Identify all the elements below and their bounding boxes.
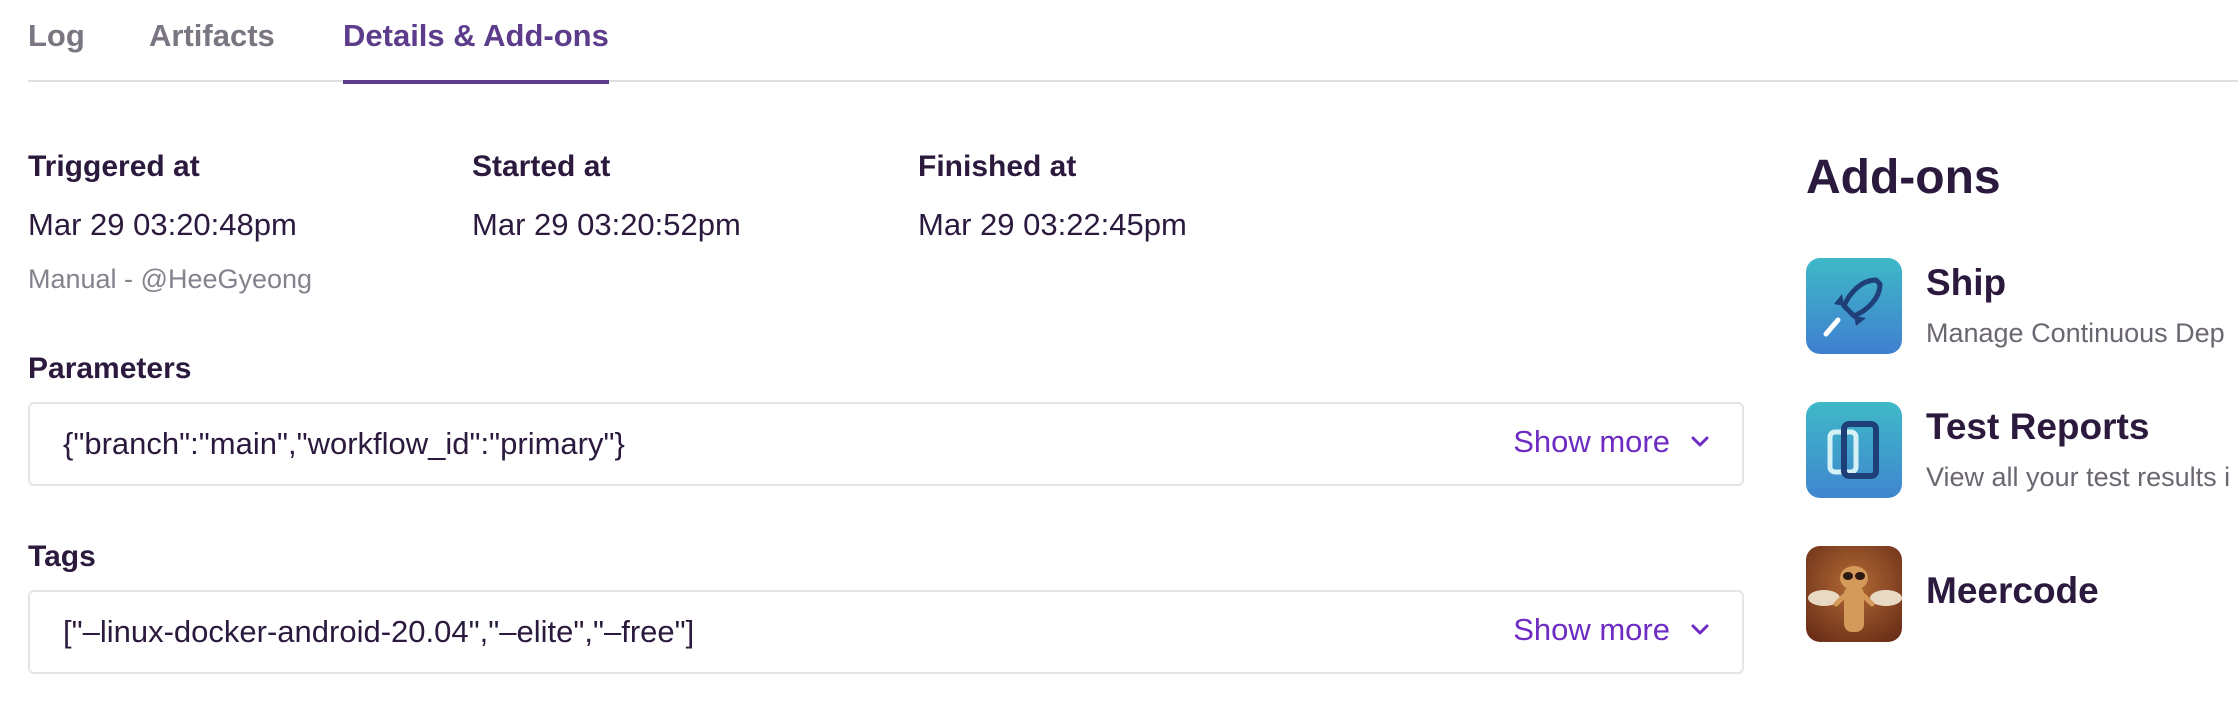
triggered-at-label: Triggered at xyxy=(28,150,200,183)
show-more-label: Show more xyxy=(1513,612,1670,647)
parameters-box: {"branch":"main","workflow_id":"primary"… xyxy=(28,402,1744,486)
addon-ship-name[interactable]: Ship xyxy=(1926,262,2006,304)
started-at-label: Started at xyxy=(472,150,611,183)
tab-bar: Log Artifacts Details & Add-ons xyxy=(28,0,2238,84)
tags-show-more-button[interactable]: Show more xyxy=(1513,612,1712,648)
tags-label: Tags xyxy=(28,540,96,573)
rocket-icon[interactable] xyxy=(1806,258,1902,354)
parameters-show-more-button[interactable]: Show more xyxy=(1513,424,1712,460)
finished-at-label: Finished at xyxy=(918,150,1077,183)
tab-log[interactable]: Log xyxy=(28,18,85,82)
addons-title: Add-ons xyxy=(1806,151,2001,204)
test-reports-icon[interactable] xyxy=(1806,402,1902,498)
triggered-at-value: Mar 29 03:20:48pm xyxy=(28,207,297,242)
started-at-value: Mar 29 03:20:52pm xyxy=(472,207,741,242)
chevron-down-icon xyxy=(1691,436,1709,447)
show-more-label: Show more xyxy=(1513,424,1670,459)
parameters-value: {"branch":"main","workflow_id":"primary"… xyxy=(63,426,625,461)
addon-meercode-name[interactable]: Meercode xyxy=(1926,570,2099,612)
triggered-by: Manual - @HeeGyeong xyxy=(28,264,313,294)
finished-at-value: Mar 29 03:22:45pm xyxy=(918,207,1187,242)
meerkat-icon[interactable] xyxy=(1806,546,1902,642)
addon-ship-description: Manage Continuous Dep xyxy=(1926,318,2225,348)
tags-box: ["–linux-docker-android-20.04","–elite",… xyxy=(28,590,1744,674)
tab-artifacts[interactable]: Artifacts xyxy=(149,18,275,82)
addon-test-reports-name[interactable]: Test Reports xyxy=(1926,406,2149,448)
chevron-down-icon xyxy=(1691,624,1709,635)
parameters-label: Parameters xyxy=(28,352,192,385)
tab-details-addons[interactable]: Details & Add-ons xyxy=(343,18,609,84)
tags-value: ["–linux-docker-android-20.04","–elite",… xyxy=(63,614,695,649)
addon-test-reports-description: View all your test results i xyxy=(1926,462,2231,492)
